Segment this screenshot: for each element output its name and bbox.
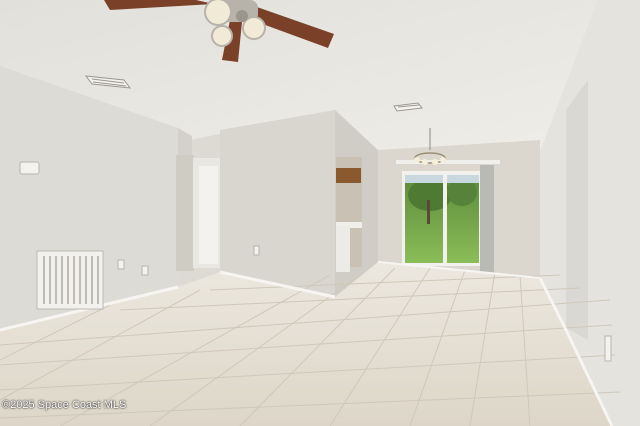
watermark-text: ©2025 Space Coast MLS	[2, 399, 127, 411]
room-photo	[0, 0, 640, 426]
hallway	[176, 155, 194, 271]
wall-outlet	[604, 335, 612, 362]
curtain	[480, 165, 494, 273]
wall-outlet	[253, 245, 260, 256]
door-mullion	[443, 173, 447, 265]
kitchen-cabinet	[336, 168, 361, 183]
wall-outlet	[141, 265, 149, 276]
tree-trunk	[427, 200, 430, 224]
curtain-rod	[396, 160, 500, 164]
interior-door	[199, 166, 218, 264]
air-vent-grille	[36, 250, 104, 310]
right-niche	[566, 80, 588, 340]
center-wall	[220, 110, 335, 297]
sky	[405, 175, 479, 183]
thermostat	[19, 161, 40, 175]
kitchen-island	[336, 226, 350, 272]
wall-outlet	[117, 259, 125, 270]
